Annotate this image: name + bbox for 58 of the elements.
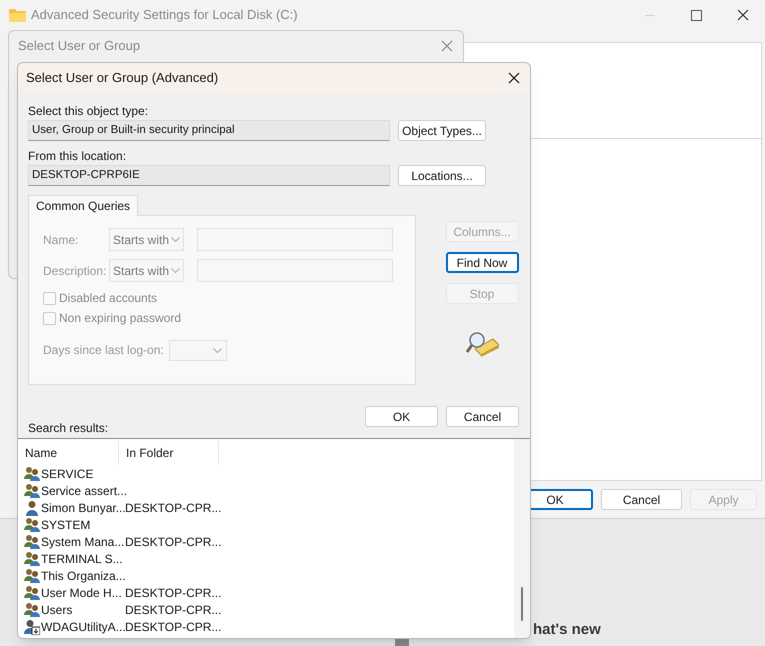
user-icon xyxy=(24,500,40,516)
group-icon xyxy=(24,482,40,498)
field-label: Name: xyxy=(43,232,80,248)
group-icon xyxy=(24,584,40,600)
chevron-down-icon xyxy=(212,348,222,352)
minimize-icon xyxy=(645,14,655,16)
field-label: Select this object type: xyxy=(28,104,150,118)
table-cell-text: DESKTOP-CPR... xyxy=(124,602,222,618)
dialog-button[interactable]: Locations... xyxy=(398,165,486,186)
field-label: Search results: xyxy=(28,421,110,435)
dialog-title: Select User or Group xyxy=(18,37,140,56)
table-cell-text: Simon Bunyar... xyxy=(41,500,126,516)
read-only-field: User, Group or Built-in security principal xyxy=(28,120,390,141)
dialog-button[interactable]: Cancel xyxy=(446,406,519,427)
chevron-down-icon xyxy=(171,237,180,242)
group-icon xyxy=(24,516,40,532)
dialog-button[interactable]: Cancel xyxy=(601,489,682,510)
dialog-button[interactable]: Find Now xyxy=(446,252,518,273)
window-title: Advanced Security Settings for Local Disk (C:) xyxy=(31,6,298,24)
column-header[interactable]: Name xyxy=(18,441,119,465)
table-cell-text: SERVICE xyxy=(41,466,94,482)
checkbox-label: Disabled accounts xyxy=(59,290,158,307)
close-icon xyxy=(737,9,749,21)
field-label: Description: xyxy=(43,262,108,280)
field-label: From this location: xyxy=(28,149,128,163)
days-dropdown[interactable] xyxy=(168,340,227,360)
group-icon xyxy=(24,466,40,482)
read-only-field: DESKTOP-CPRP6IE xyxy=(28,165,390,186)
table-cell-text: SYSTEM xyxy=(41,516,90,534)
dialog-button[interactable]: OK xyxy=(365,406,438,427)
scrollbar-thumb[interactable] xyxy=(521,587,523,621)
user-download-icon xyxy=(24,618,40,634)
table-cell-text: Service assert... xyxy=(41,482,128,500)
dialog-button[interactable]: Object Types... xyxy=(398,120,486,141)
close-icon xyxy=(508,72,520,84)
table-cell-text: System Mana... xyxy=(41,534,124,550)
magnifier-icon xyxy=(465,331,499,357)
group-icon xyxy=(24,602,40,618)
scrollbar-track[interactable] xyxy=(514,439,530,638)
table-cell-text: User Mode H... xyxy=(41,584,122,602)
checkbox-label: Non expiring password xyxy=(59,310,182,327)
column-header[interactable]: In Folder xyxy=(119,441,219,465)
table-cell-text: TERMINAL S... xyxy=(41,550,123,568)
folder-icon xyxy=(9,8,26,22)
field-label: Days since last log-on: xyxy=(43,342,164,359)
table-cell-text: This Organiza... xyxy=(41,568,126,584)
table-cell-text: WDAGUtilityA... xyxy=(41,618,126,636)
close-icon xyxy=(441,40,453,52)
group-icon xyxy=(24,534,40,550)
table-cell-text: DESKTOP-CPR... xyxy=(124,584,222,602)
group-icon xyxy=(24,550,40,566)
chevron-down-icon xyxy=(171,268,180,273)
maximize-icon xyxy=(691,10,702,20)
table-cell-text: Users xyxy=(41,602,72,618)
group-icon xyxy=(24,568,40,584)
dialog-title: Select User or Group (Advanced) xyxy=(26,69,218,88)
section-heading: hat's new xyxy=(533,620,601,640)
tab[interactable]: Common Queries xyxy=(28,195,138,216)
